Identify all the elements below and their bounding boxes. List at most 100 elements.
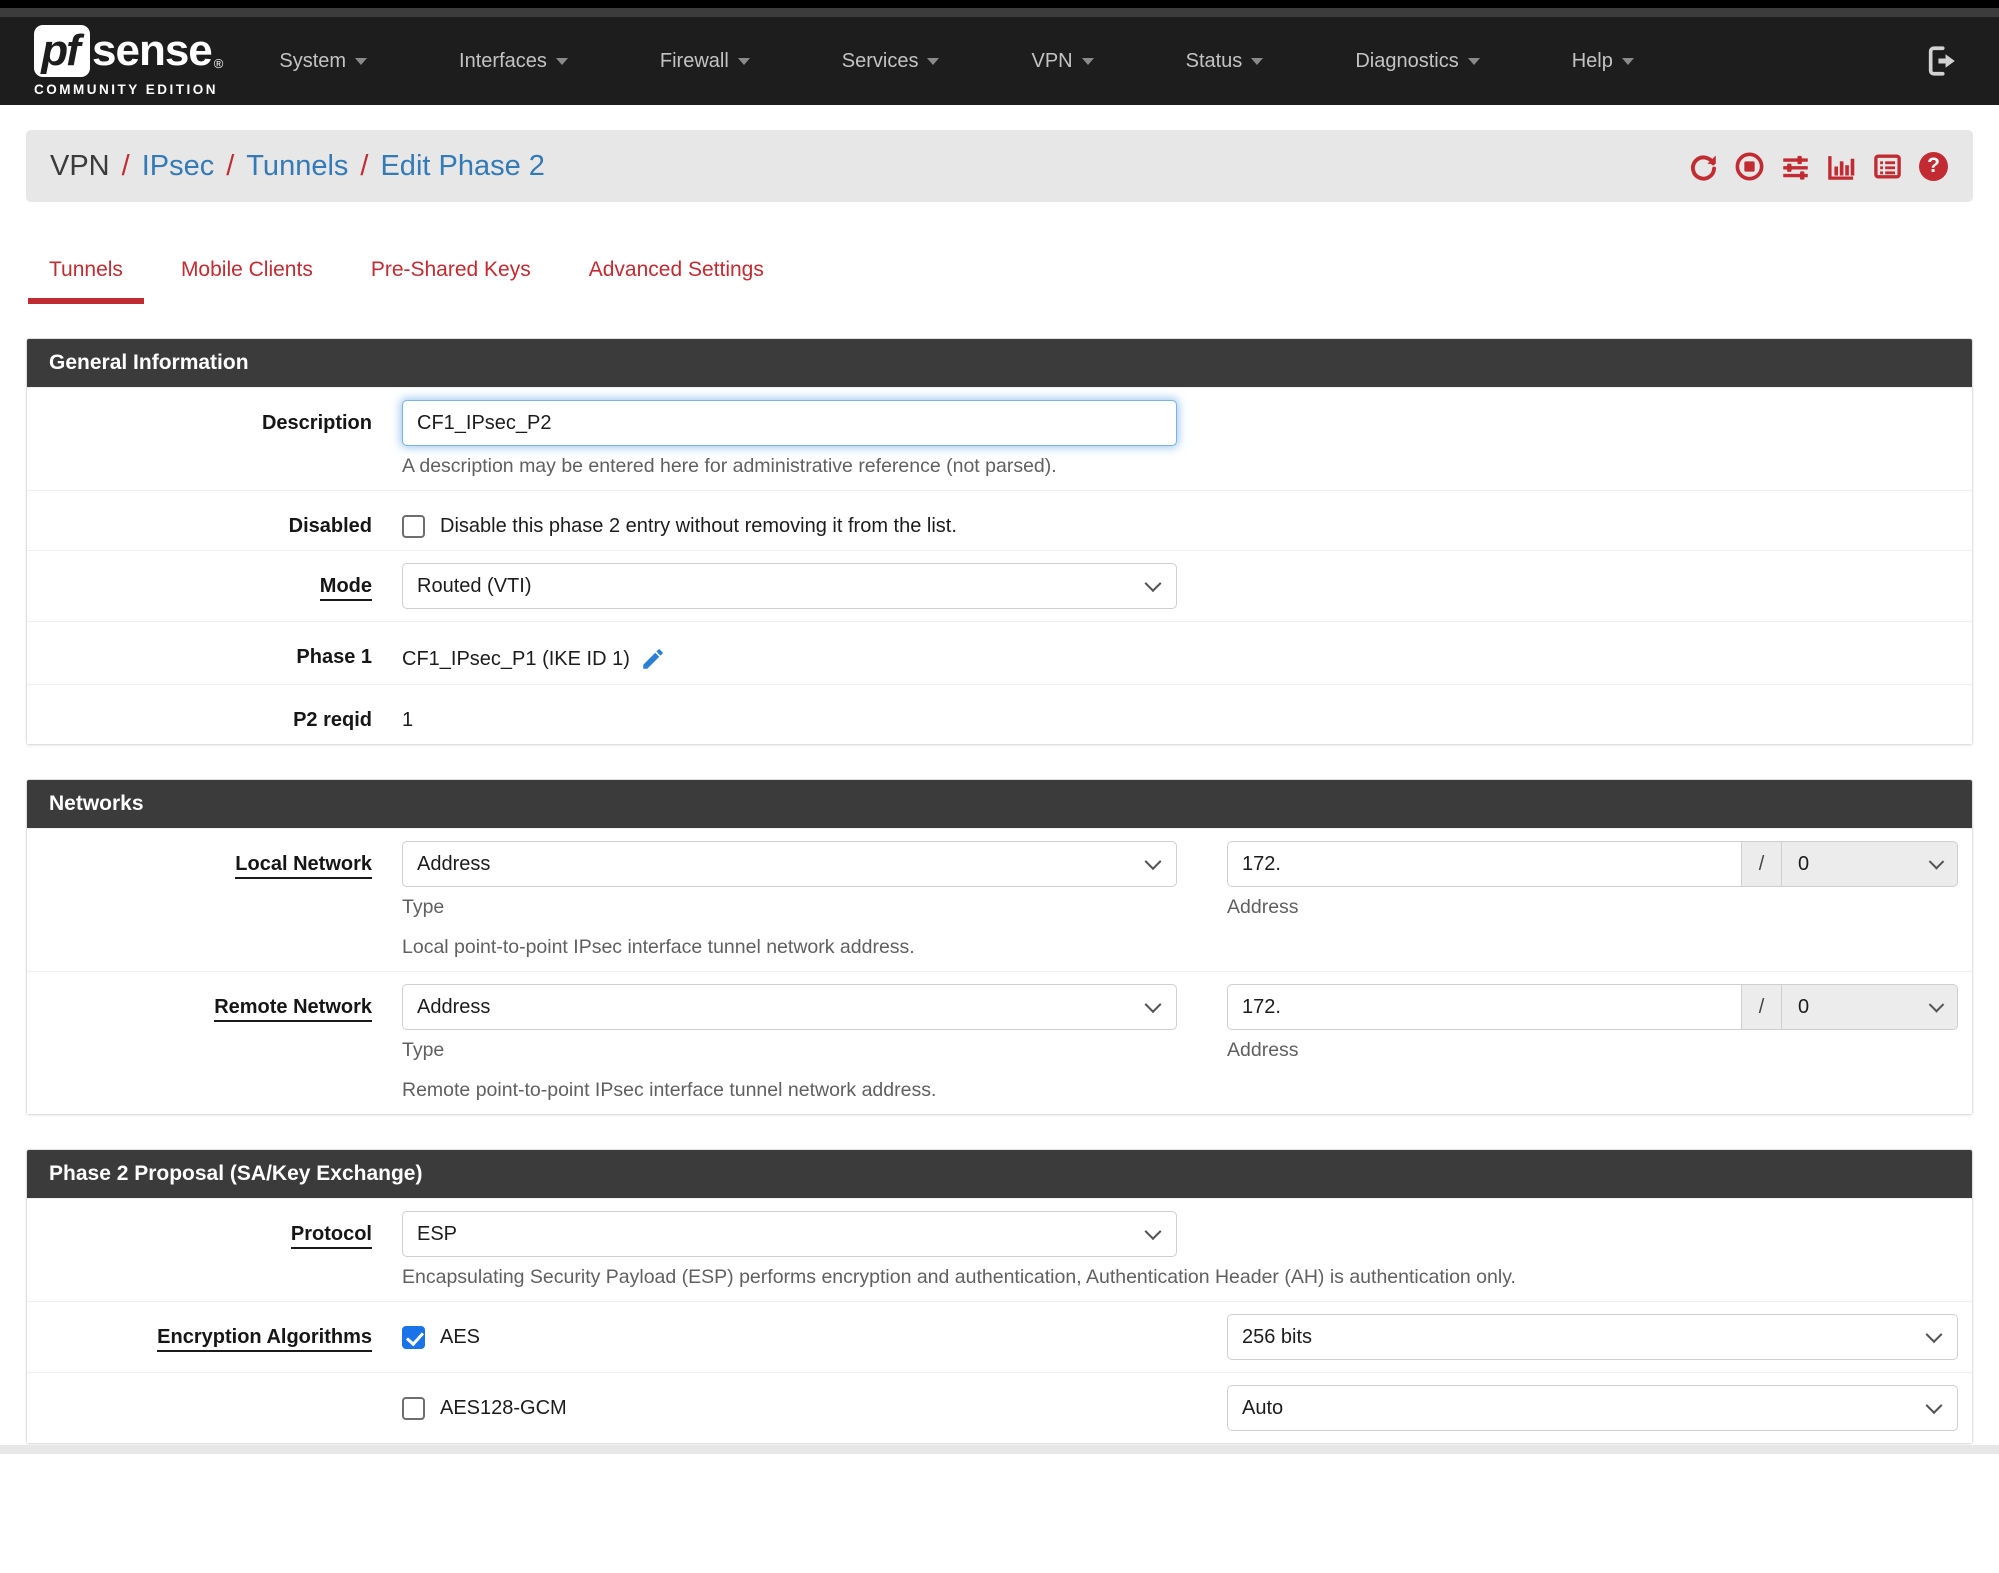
remote-network-type-caption: Type [402,1039,445,1061]
mode-select[interactable]: Routed (VTI) [402,563,1177,609]
logo-pf-box: pf [34,25,90,77]
breadcrumb-bar: VPN / IPsec / Tunnels / Edit Phase 2 ? [26,130,1973,202]
window-top-strip [0,0,1999,8]
aes128gcm-checkbox-row[interactable]: AES128-GCM [402,1385,1177,1420]
chevron-down-icon [737,57,750,65]
nav-item-interfaces[interactable]: Interfaces [459,50,568,73]
nav-item-services[interactable]: Services [842,50,940,73]
protocol-label: Protocol [27,1211,402,1289]
disabled-checkbox-label: Disable this phase 2 entry without remov… [440,515,957,537]
aes-keylen-select[interactable]: 256 bits [1227,1314,1958,1360]
encryption-algorithms-label: Encryption Algorithms [27,1314,402,1360]
bar-chart-icon[interactable] [1826,151,1857,182]
nav-item-diagnostics[interactable]: Diagnostics [1355,50,1480,73]
nav-item-vpn[interactable]: VPN [1031,50,1094,73]
pfsense-logo[interactable]: pf sense ® COMMUNITY EDITION [34,25,223,97]
sign-out-icon[interactable] [1925,44,1959,78]
row-p2reqid: P2 reqid 1 [27,684,1972,744]
sub-tabs: Tunnels Mobile Clients Pre-Shared Keys A… [28,258,1999,304]
row-mode: Mode Routed (VTI) [27,550,1972,621]
protocol-select[interactable]: ESP [402,1211,1177,1257]
local-network-type-caption: Type [402,896,445,918]
slash-addon: / [1742,841,1782,887]
nav-item-firewall[interactable]: Firewall [660,50,750,73]
protocol-help: Encapsulating Security Payload (ESP) per… [402,1266,1516,1288]
breadcrumb-link-edit-phase-2[interactable]: Edit Phase 2 [380,150,544,183]
row-remote-network: Remote Network Address Type / 0 Address … [27,971,1972,1114]
top-navbar: pf sense ® COMMUNITY EDITION System Inte… [0,17,1999,105]
help-icon[interactable]: ? [1918,151,1949,182]
slash-addon: / [1742,984,1782,1030]
chevron-down-icon [927,57,940,65]
panel-title: Networks [27,780,1972,828]
panel-phase2-proposal: Phase 2 Proposal (SA/Key Exchange) Proto… [26,1149,1973,1444]
nav-item-system[interactable]: System [279,50,368,73]
row-disabled: Disabled Disable this phase 2 entry with… [27,490,1972,550]
chevron-down-icon [1251,57,1264,65]
local-network-address-input[interactable] [1227,841,1742,887]
logo-sense-text: sense [92,26,213,75]
nav-item-help[interactable]: Help [1572,50,1634,73]
breadcrumb-link-ipsec[interactable]: IPsec [142,150,215,183]
encryption-algorithms-label-spacer [27,1385,402,1431]
chevron-down-icon [355,57,368,65]
remote-network-type-select[interactable]: Address [402,984,1177,1030]
remote-network-label: Remote Network [27,984,402,1102]
aes-label: AES [440,1326,481,1348]
refresh-icon[interactable] [1688,151,1719,182]
phase1-label: Phase 1 [296,646,372,668]
logo-registered-mark: ® [213,56,224,71]
edit-pencil-icon[interactable] [640,646,666,672]
chevron-down-icon [1621,57,1634,65]
panel-general-information: General Information Description A descri… [26,338,1973,745]
description-input[interactable] [402,400,1177,446]
logo-subtitle: COMMUNITY EDITION [34,82,218,97]
chevron-down-icon [1467,57,1480,65]
log-list-icon[interactable] [1872,151,1903,182]
row-description: Description A description may be entered… [27,387,1972,490]
breadcrumb-link-tunnels[interactable]: Tunnels [246,150,348,183]
nav-menu: System Interfaces Firewall Services VPN … [279,50,1925,73]
tab-tunnels[interactable]: Tunnels [28,258,144,304]
aes128gcm-label: AES128-GCM [440,1397,567,1419]
p2reqid-label: P2 reqid [293,709,372,731]
local-network-address-caption: Address [1227,896,1299,918]
disabled-checkbox[interactable] [402,515,425,538]
aes-checkbox[interactable] [402,1326,425,1349]
description-label: Description [261,412,372,434]
remote-network-help: Remote point-to-point IPsec interface tu… [402,1079,937,1101]
page-action-icons: ? [1688,151,1949,182]
chevron-down-icon [1081,57,1094,65]
breadcrumb-root: VPN [50,149,110,182]
mode-label: Mode [27,563,402,609]
local-network-mask-select[interactable]: 0 [1782,841,1958,887]
chevron-down-icon [555,57,568,65]
aes128gcm-keylen-select[interactable]: Auto [1227,1385,1958,1431]
panel-title: General Information [27,339,1972,387]
tab-mobile-clients[interactable]: Mobile Clients [160,258,334,304]
disabled-checkbox-row[interactable]: Disable this phase 2 entry without remov… [402,503,1958,538]
page-bottom-edge [0,1445,1999,1454]
aes-checkbox-row[interactable]: AES [402,1314,1177,1349]
panel-networks: Networks Local Network Address Type / 0 … [26,779,1973,1115]
row-phase1: Phase 1 CF1_IPsec_P1 (IKE ID 1) [27,621,1972,684]
row-local-network: Local Network Address Type / 0 Address L… [27,828,1972,971]
sliders-icon[interactable] [1780,151,1811,182]
remote-network-address-input[interactable] [1227,984,1742,1030]
disabled-label: Disabled [288,515,372,537]
row-encryption-aes: Encryption Algorithms AES 256 bits [27,1301,1972,1372]
remote-network-mask-select[interactable]: 0 [1782,984,1958,1030]
row-protocol: Protocol ESP Encapsulating Security Payl… [27,1198,1972,1301]
row-encryption-aes128gcm: AES128-GCM Auto [27,1372,1972,1443]
local-network-type-select[interactable]: Address [402,841,1177,887]
aes128gcm-checkbox[interactable] [402,1397,425,1420]
panel-title: Phase 2 Proposal (SA/Key Exchange) [27,1150,1972,1198]
window-title-strip [0,8,1999,17]
local-network-help: Local point-to-point IPsec interface tun… [402,936,915,958]
tab-advanced-settings[interactable]: Advanced Settings [568,258,785,304]
description-help: A description may be entered here for ad… [402,455,1057,477]
breadcrumb: VPN / IPsec / Tunnels / Edit Phase 2 [50,149,545,183]
stop-circle-icon[interactable] [1734,151,1765,182]
nav-item-status[interactable]: Status [1186,50,1264,73]
tab-pre-shared-keys[interactable]: Pre-Shared Keys [350,258,552,304]
